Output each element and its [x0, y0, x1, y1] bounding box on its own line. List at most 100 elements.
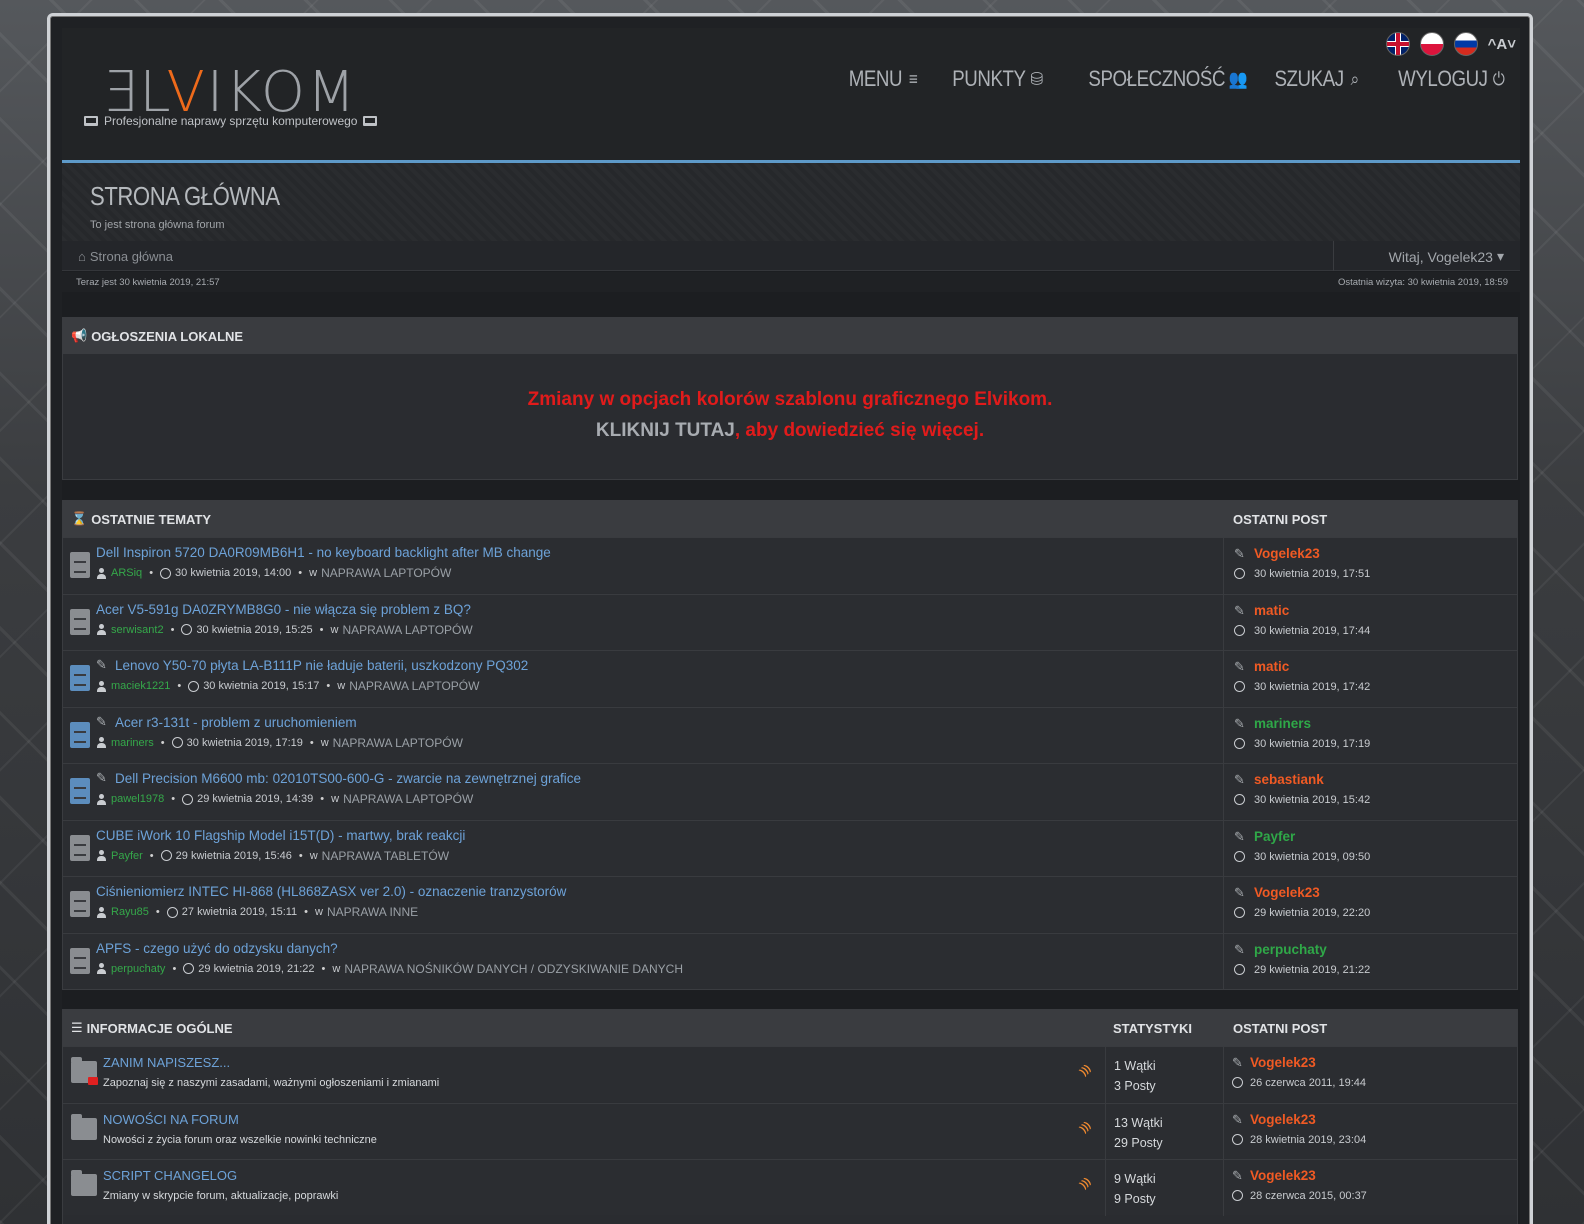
user-icon	[96, 624, 107, 635]
user-icon	[96, 680, 107, 692]
recent-topics-heading: ⌛ OSTATNIE TEMATY OSTATNI POST	[63, 501, 1517, 537]
font-size-toggle[interactable]: ^A˅	[1488, 36, 1516, 53]
topic-title[interactable]: APFS - czego użyć do odzysku danych?	[96, 941, 338, 956]
last-post-date[interactable]: 26 czerwca 2011, 19:44	[1250, 1077, 1366, 1089]
nav-points[interactable]: PUNKTY ⛁	[953, 66, 1045, 92]
topic-author[interactable]: Payfer	[111, 850, 143, 862]
last-post-date[interactable]: 30 kwietnia 2019, 17:51	[1254, 568, 1370, 580]
last-post-user[interactable]: perpuchaty	[1254, 942, 1327, 957]
pencil-icon: ✎	[1234, 772, 1245, 787]
polish-flag-icon[interactable]	[1419, 32, 1444, 56]
topic-title[interactable]: Acer V5-591g DA0ZRYMB8G0 - nie włącza si…	[96, 602, 471, 617]
topic-meta: Rayu85 • 27 kwietnia 2019, 15:11 • w NAP…	[96, 905, 418, 919]
forum-title[interactable]: ZANIM NAPISZESZ...	[103, 1055, 230, 1070]
laptop-icon	[84, 116, 98, 126]
last-post-user[interactable]: Vogelek23	[1254, 885, 1320, 900]
edit-icon: ✎	[96, 713, 107, 729]
last-post-date[interactable]: 30 kwietnia 2019, 17:44	[1254, 625, 1370, 637]
last-post-user[interactable]: matic	[1254, 659, 1289, 674]
topic-forum[interactable]: NAPRAWA LAPTOPÓW	[349, 679, 479, 693]
topic-author[interactable]: Rayu85	[111, 906, 149, 918]
last-post-date[interactable]: 28 kwietnia 2019, 23:04	[1250, 1134, 1366, 1146]
topic-forum[interactable]: NAPRAWA LAPTOPÓW	[333, 736, 463, 750]
topic-forum[interactable]: NAPRAWA INNE	[327, 905, 418, 919]
user-icon	[96, 963, 107, 974]
forum-title[interactable]: NOWOŚCI NA FORUM	[103, 1112, 239, 1127]
topic-row[interactable]: Acer V5-591g DA0ZRYMB8G0 - nie włącza si…	[63, 593, 1517, 651]
thread-count: 1 Wątki	[1114, 1059, 1156, 1073]
last-post-cell: ✎ Vogelek23 28 kwietnia 2019, 23:04	[1223, 1103, 1517, 1160]
last-post-date[interactable]: 30 kwietnia 2019, 17:19	[1254, 738, 1370, 750]
forum-title[interactable]: SCRIPT CHANGELOG	[103, 1168, 237, 1183]
clock-icon	[188, 680, 200, 692]
clock-icon	[1232, 1133, 1243, 1145]
last-post-date[interactable]: 29 kwietnia 2019, 22:20	[1254, 907, 1370, 919]
user-menu[interactable]: Witaj, Vogelek23 ▾	[1389, 248, 1504, 265]
breadcrumb-home[interactable]: ⌂ Strona główna	[78, 249, 173, 264]
topic-row[interactable]: CUBE iWork 10 Flagship Model i15T(D) - m…	[63, 819, 1517, 877]
topic-date: 27 kwietnia 2019, 15:11	[181, 906, 298, 918]
topic-title[interactable]: Dell Precision M6600 mb: 02010TS00-600-G…	[115, 771, 581, 786]
last-post-date[interactable]: 28 czerwca 2015, 00:37	[1250, 1190, 1367, 1202]
last-post-user[interactable]: Payfer	[1254, 829, 1295, 844]
rss-icon[interactable]: )))	[1078, 1173, 1098, 1193]
last-post-user[interactable]: matic	[1254, 603, 1289, 618]
forum-row[interactable]: ZANIM NAPISZESZ... Zapoznaj się z naszym…	[63, 1046, 1517, 1103]
last-post-date[interactable]: 30 kwietnia 2019, 15:42	[1254, 794, 1370, 806]
topic-author[interactable]: serwisant2	[111, 624, 164, 636]
topic-title[interactable]: Dell Inspiron 5720 DA0R09MB6H1 - no keyb…	[96, 545, 551, 560]
nav-community[interactable]: SPOŁECZNOŚĆ 👥	[1088, 66, 1247, 92]
forum-row[interactable]: NOWOŚCI NA FORUM Nowości z życia forum o…	[63, 1102, 1517, 1160]
topic-row[interactable]: APFS - czego użyć do odzysku danych? per…	[63, 932, 1517, 990]
announcement-link[interactable]: KLIKNIJ TUTAJ	[596, 420, 735, 441]
topic-forum[interactable]: NAPRAWA TABLETÓW	[322, 849, 449, 863]
last-post-user[interactable]: Vogelek23	[1250, 1168, 1316, 1183]
topic-meta: pawel1978 • 29 kwietnia 2019, 14:39 • w …	[96, 792, 473, 806]
last-post-user[interactable]: Vogelek23	[1250, 1055, 1316, 1070]
nav-logout[interactable]: WYLOGUJ ⏻	[1398, 66, 1506, 92]
topic-meta: serwisant2 • 30 kwietnia 2019, 15:25 • w…	[96, 623, 473, 637]
pencil-icon: ✎	[1232, 1168, 1243, 1183]
last-post-column-heading: OSTATNI POST	[1233, 512, 1328, 527]
topic-forum[interactable]: NAPRAWA LAPTOPÓW	[321, 566, 451, 580]
topic-row[interactable]: ✎ Lenovo Y50-70 płyta LA-B111P nie ładuj…	[63, 650, 1517, 707]
topic-row[interactable]: Dell Inspiron 5720 DA0R09MB6H1 - no keyb…	[63, 537, 1517, 594]
topic-title[interactable]: Ciśnieniomierz INTEC HI-868 (HL868ZASX v…	[96, 884, 566, 899]
topic-author[interactable]: pawel1978	[111, 793, 164, 805]
last-post-date[interactable]: 29 kwietnia 2019, 21:22	[1254, 964, 1370, 976]
topic-row[interactable]: Ciśnieniomierz INTEC HI-868 (HL868ZASX v…	[63, 876, 1517, 933]
topic-author[interactable]: mariners	[111, 737, 154, 749]
topic-row[interactable]: ✎ Acer r3-131t - problem z uruchomieniem…	[63, 706, 1517, 764]
forum-description: Nowości z życia forum oraz wszelkie nowi…	[103, 1133, 377, 1146]
last-post-user[interactable]: mariners	[1254, 716, 1311, 731]
topic-title[interactable]: Acer r3-131t - problem z uruchomieniem	[115, 715, 357, 730]
topic-title[interactable]: Lenovo Y50-70 płyta LA-B111P nie ładuje …	[115, 658, 528, 673]
forum-row[interactable]: SCRIPT CHANGELOG Zmiany w skrypcie forum…	[63, 1159, 1517, 1216]
user-icon	[96, 567, 107, 579]
topic-row[interactable]: ✎ Dell Precision M6600 mb: 02010TS00-600…	[63, 763, 1517, 820]
last-visit: Ostatnia wizyta: 30 kwietnia 2019, 18:59	[1337, 277, 1508, 288]
english-flag-icon[interactable]	[1385, 32, 1410, 56]
topic-forum[interactable]: NAPRAWA NOŚNIKÓW DANYCH / ODZYSKIWANIE D…	[344, 962, 683, 976]
last-post-date[interactable]: 30 kwietnia 2019, 09:50	[1254, 851, 1370, 863]
nav-search[interactable]: SZUKAJ ⌕	[1275, 66, 1363, 92]
topic-forum[interactable]: NAPRAWA LAPTOPÓW	[342, 623, 472, 637]
topic-forum[interactable]: NAPRAWA LAPTOPÓW	[343, 792, 473, 806]
topic-author[interactable]: ARSiq	[111, 567, 142, 579]
russian-flag-icon[interactable]	[1453, 32, 1478, 56]
last-post-date[interactable]: 30 kwietnia 2019, 17:42	[1254, 681, 1370, 693]
rss-icon[interactable]: )))	[1078, 1117, 1098, 1137]
last-post-user[interactable]: sebastiank	[1254, 772, 1324, 787]
rss-icon[interactable]: )))	[1078, 1060, 1098, 1080]
topic-title[interactable]: CUBE iWork 10 Flagship Model i15T(D) - m…	[96, 828, 465, 843]
last-post-user[interactable]: Vogelek23	[1250, 1112, 1316, 1127]
forum-stats: 13 Wątki 29 Posty	[1105, 1103, 1223, 1160]
nav-menu[interactable]: MENU ≡	[848, 66, 920, 92]
clock-icon	[183, 963, 195, 974]
recent-topics-panel: ⌛ OSTATNIE TEMATY OSTATNI POST Dell Insp…	[62, 500, 1518, 990]
topic-author[interactable]: maciek1221	[111, 680, 170, 692]
pencil-icon: ✎	[1234, 885, 1245, 900]
last-post-user[interactable]: Vogelek23	[1254, 546, 1320, 561]
topic-author[interactable]: perpuchaty	[111, 963, 165, 975]
chevron-down-icon: ▾	[1496, 248, 1504, 264]
